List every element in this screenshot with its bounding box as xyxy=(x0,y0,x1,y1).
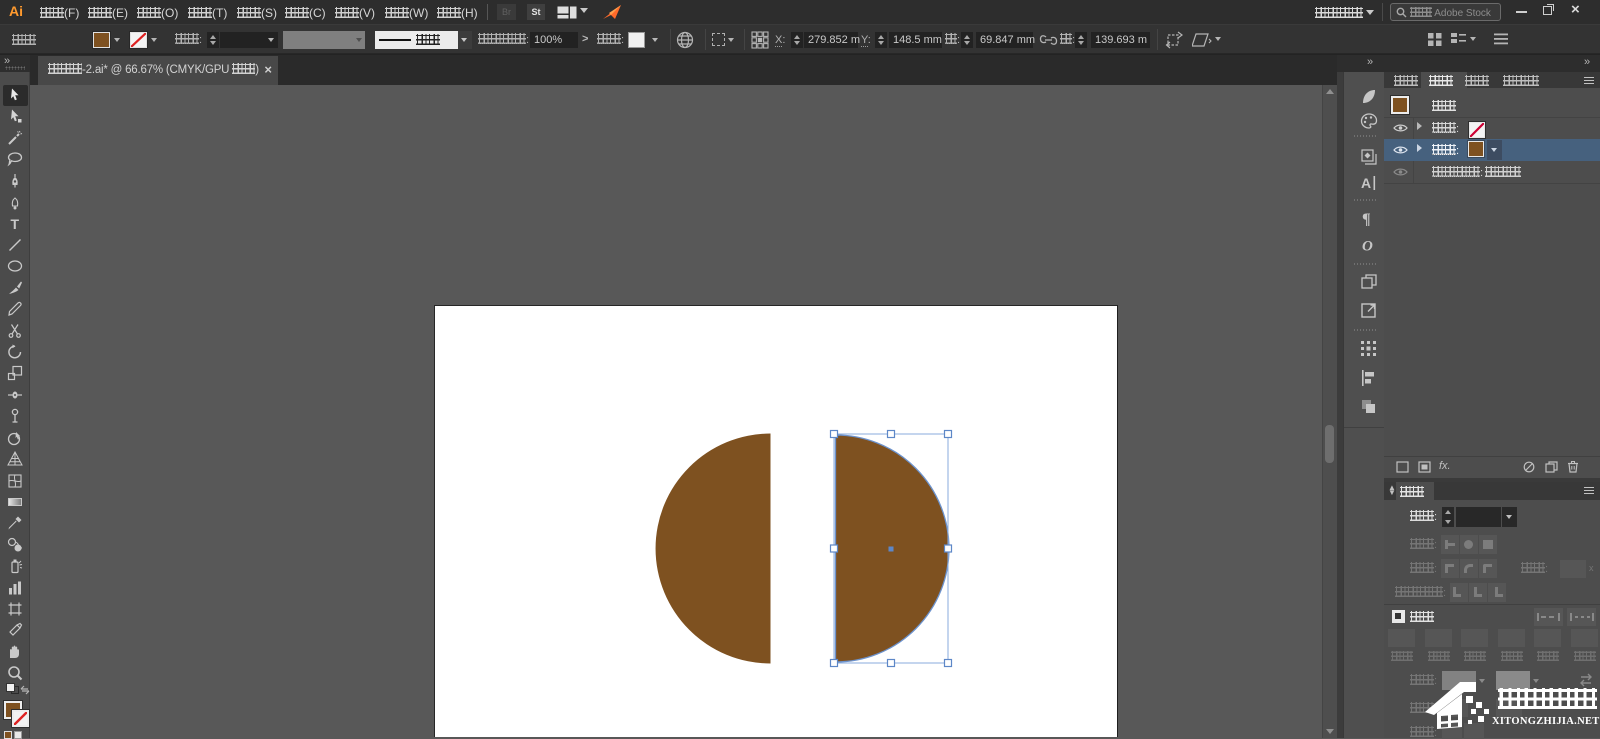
svg-text:¶: ¶ xyxy=(1362,211,1371,227)
svg-text:T: T xyxy=(11,216,20,232)
svg-text:O: O xyxy=(1362,239,1373,255)
svg-text:A: A xyxy=(1361,175,1371,191)
